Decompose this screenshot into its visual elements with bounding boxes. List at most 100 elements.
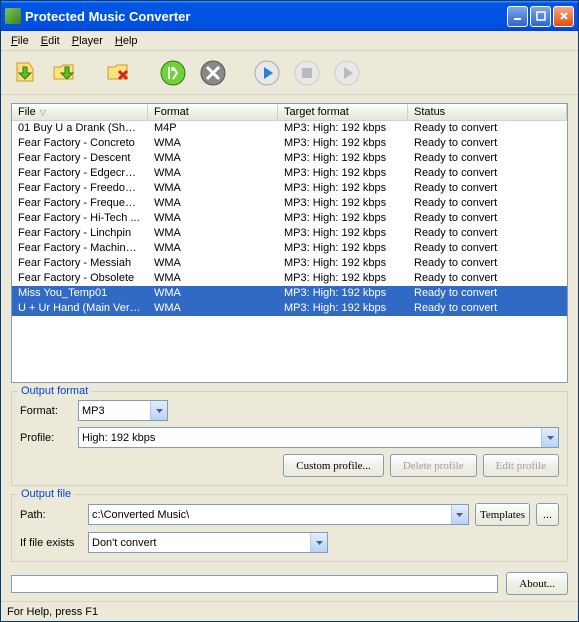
table-row[interactable]: Fear Factory - LinchpinWMAMP3: High: 192…	[12, 226, 567, 241]
cell-status: Ready to convert	[408, 121, 567, 136]
cell-status: Ready to convert	[408, 211, 567, 226]
cell-format: WMA	[148, 241, 278, 256]
cell-file: Fear Factory - Hi-Tech ...	[12, 211, 148, 226]
output-file-legend: Output file	[18, 488, 74, 500]
window-title: Protected Music Converter	[25, 9, 507, 24]
cell-target: MP3: High: 192 kbps	[278, 301, 408, 316]
cell-file: Fear Factory - Obsolete	[12, 271, 148, 286]
cell-format: WMA	[148, 181, 278, 196]
close-button[interactable]	[553, 6, 574, 27]
cell-format: M4P	[148, 121, 278, 136]
cell-format: WMA	[148, 196, 278, 211]
play-button[interactable]	[251, 57, 283, 89]
cell-format: WMA	[148, 151, 278, 166]
add-folder-button[interactable]	[49, 57, 81, 89]
path-select[interactable]: c:\Converted Music\	[88, 504, 469, 525]
table-row[interactable]: Fear Factory - ConcretoWMAMP3: High: 192…	[12, 136, 567, 151]
menu-edit[interactable]: Edit	[35, 33, 66, 49]
table-row[interactable]: Fear Factory - Machine ...WMAMP3: High: …	[12, 241, 567, 256]
column-target[interactable]: Target format	[278, 104, 408, 120]
minimize-button[interactable]	[507, 6, 528, 27]
cell-target: MP3: High: 192 kbps	[278, 286, 408, 301]
cell-file: Fear Factory - Frequency	[12, 196, 148, 211]
delete-profile-button[interactable]: Delete profile	[390, 454, 477, 477]
table-row[interactable]: Fear Factory - FrequencyWMAMP3: High: 19…	[12, 196, 567, 211]
column-file[interactable]: File▽	[12, 104, 148, 120]
stop-button[interactable]	[291, 57, 323, 89]
add-file-button[interactable]	[9, 57, 41, 89]
cell-format: WMA	[148, 271, 278, 286]
maximize-button[interactable]	[530, 6, 551, 27]
profile-select[interactable]: High: 192 kbps	[78, 427, 559, 448]
table-row[interactable]: Fear Factory - Hi-Tech ...WMAMP3: High: …	[12, 211, 567, 226]
file-list[interactable]: File▽ Format Target format Status 01 Buy…	[11, 103, 568, 383]
menu-player[interactable]: Player	[66, 33, 109, 49]
browse-button[interactable]: ...	[536, 503, 559, 526]
titlebar[interactable]: Protected Music Converter	[1, 1, 578, 31]
app-window: Protected Music Converter File Edit Play…	[0, 0, 579, 622]
cell-target: MP3: High: 192 kbps	[278, 226, 408, 241]
cell-status: Ready to convert	[408, 226, 567, 241]
progress-bar	[11, 575, 498, 593]
status-text: For Help, press F1	[7, 606, 98, 618]
column-format[interactable]: Format	[148, 104, 278, 120]
cell-format: WMA	[148, 226, 278, 241]
output-file-group: Output file Path: c:\Converted Music\ Te…	[11, 494, 568, 562]
format-select[interactable]: MP3	[78, 400, 168, 421]
about-button[interactable]: About...	[506, 572, 568, 595]
table-row[interactable]: 01 Buy U a Drank (Shaw...M4PMP3: High: 1…	[12, 121, 567, 136]
menu-help[interactable]: Help	[109, 33, 144, 49]
cell-file: Fear Factory - Linchpin	[12, 226, 148, 241]
cell-file: 01 Buy U a Drank (Shaw...	[12, 121, 148, 136]
cell-status: Ready to convert	[408, 151, 567, 166]
if-exists-select[interactable]: Don't convert	[88, 532, 328, 553]
cell-status: Ready to convert	[408, 256, 567, 271]
profile-label: Profile:	[20, 432, 72, 444]
cell-status: Ready to convert	[408, 271, 567, 286]
column-status[interactable]: Status	[408, 104, 567, 120]
table-row[interactable]: Fear Factory - ObsoleteWMAMP3: High: 192…	[12, 271, 567, 286]
dropdown-icon	[310, 533, 327, 552]
table-row[interactable]: Fear Factory - MessiahWMAMP3: High: 192 …	[12, 256, 567, 271]
toolbar	[1, 51, 578, 95]
table-row[interactable]: Miss You_Temp01WMAMP3: High: 192 kbpsRea…	[12, 286, 567, 301]
cell-status: Ready to convert	[408, 286, 567, 301]
cell-file: Fear Factory - Freedom...	[12, 181, 148, 196]
table-row[interactable]: Fear Factory - Freedom...WMAMP3: High: 1…	[12, 181, 567, 196]
convert-button[interactable]	[157, 57, 189, 89]
menubar: File Edit Player Help	[1, 31, 578, 51]
list-body[interactable]: 01 Buy U a Drank (Shaw...M4PMP3: High: 1…	[12, 121, 567, 382]
templates-button[interactable]: Templates	[475, 503, 530, 526]
table-row[interactable]: Fear Factory - DescentWMAMP3: High: 192 …	[12, 151, 567, 166]
edit-profile-button[interactable]: Edit profile	[483, 454, 559, 477]
table-row[interactable]: Fear Factory - Edgecrus...WMAMP3: High: …	[12, 166, 567, 181]
cell-file: Fear Factory - Concreto	[12, 136, 148, 151]
cell-status: Ready to convert	[408, 241, 567, 256]
cell-target: MP3: High: 192 kbps	[278, 271, 408, 286]
cell-status: Ready to convert	[408, 301, 567, 316]
cell-target: MP3: High: 192 kbps	[278, 181, 408, 196]
cell-format: WMA	[148, 256, 278, 271]
app-icon	[5, 8, 21, 24]
cell-file: Miss You_Temp01	[12, 286, 148, 301]
cell-target: MP3: High: 192 kbps	[278, 136, 408, 151]
sort-arrow-icon: ▽	[40, 108, 46, 117]
dropdown-icon	[541, 428, 558, 447]
custom-profile-button[interactable]: Custom profile...	[283, 454, 384, 477]
output-format-legend: Output format	[18, 385, 91, 397]
next-button[interactable]	[331, 57, 363, 89]
cell-format: WMA	[148, 301, 278, 316]
menu-file[interactable]: File	[5, 33, 35, 49]
table-row[interactable]: U + Ur Hand (Main Versi...WMAMP3: High: …	[12, 301, 567, 316]
dropdown-icon	[451, 505, 468, 524]
cell-format: WMA	[148, 166, 278, 181]
cell-file: Fear Factory - Machine ...	[12, 241, 148, 256]
stop-convert-button[interactable]	[197, 57, 229, 89]
remove-button[interactable]	[103, 57, 135, 89]
cell-file: Fear Factory - Edgecrus...	[12, 166, 148, 181]
cell-format: WMA	[148, 136, 278, 151]
statusbar: For Help, press F1	[1, 601, 578, 621]
cell-file: U + Ur Hand (Main Versi...	[12, 301, 148, 316]
cell-target: MP3: High: 192 kbps	[278, 121, 408, 136]
format-label: Format:	[20, 405, 72, 417]
